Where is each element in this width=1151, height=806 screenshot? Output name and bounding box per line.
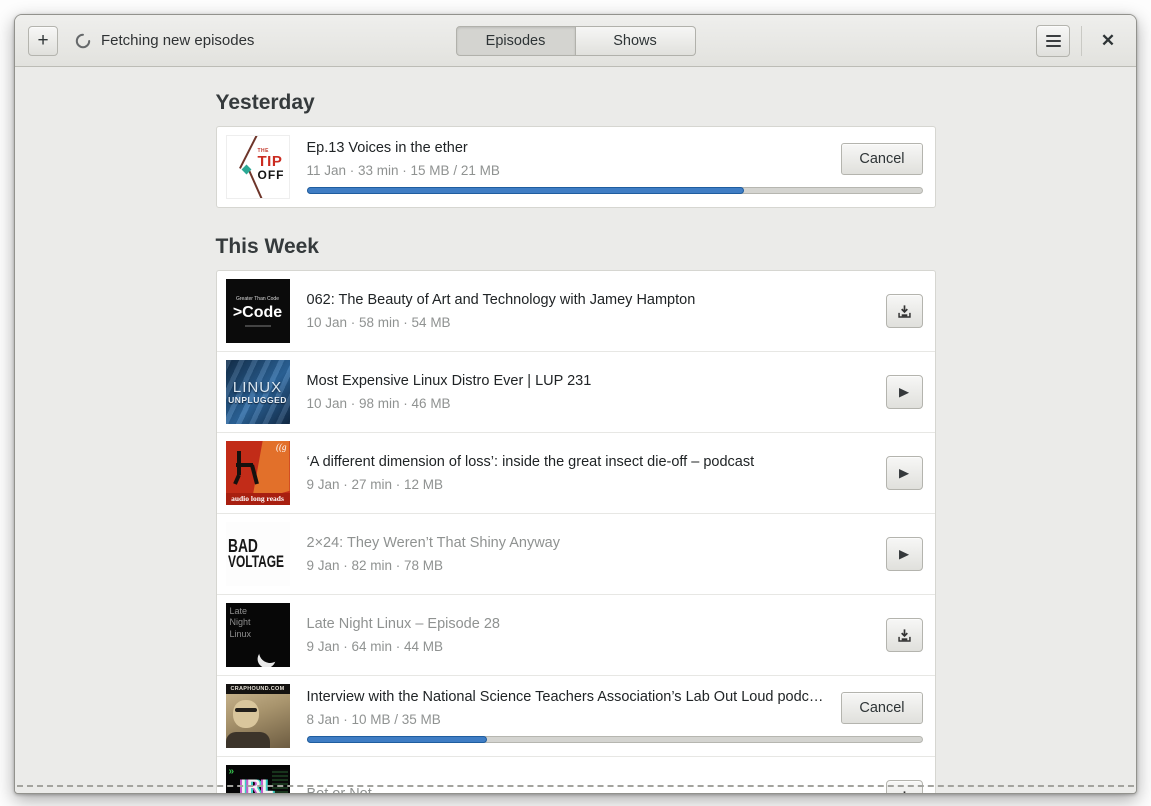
fetch-status-text: Fetching new episodes bbox=[101, 32, 255, 49]
gtc-top-text: Greater Than Code bbox=[236, 295, 279, 302]
episode-meta: 9 Jan · 27 min · 12 MB bbox=[306, 477, 444, 492]
download-icon bbox=[903, 790, 905, 793]
play-button[interactable]: ▶ bbox=[885, 375, 923, 409]
spinner-icon bbox=[75, 33, 91, 48]
show-artwork-craphound: CRAPHOUND.COM bbox=[225, 684, 290, 748]
lup-logo-line2: UNPLUGGED bbox=[228, 395, 287, 405]
episodes-scroll-area[interactable]: Yesterday THE TIP OFF Ep.13 Voices in th… bbox=[15, 67, 1136, 793]
episode-title: Most Expensive Linux Distro Ever | LUP 2… bbox=[306, 373, 592, 389]
this-week-card: Greater Than Code >Code 062: The Beauty … bbox=[215, 270, 936, 793]
tipoff-off: OFF bbox=[257, 168, 285, 182]
episode-row-late-night-linux[interactable]: Late Night Linux Late Night Linux – Epis… bbox=[216, 594, 935, 675]
add-podcast-button[interactable]: + bbox=[28, 25, 58, 56]
play-icon: ▶ bbox=[899, 546, 909, 561]
bv-logo-line2: VOLTAGE bbox=[227, 552, 284, 571]
ch-body bbox=[225, 732, 270, 748]
download-button[interactable] bbox=[885, 294, 923, 328]
episode-meta: 10 Jan · 98 min · 46 MB bbox=[306, 396, 451, 411]
cancel-download-button[interactable]: Cancel bbox=[841, 692, 923, 724]
cancel-download-button[interactable]: Cancel bbox=[841, 143, 923, 175]
ch-banner-text: CRAPHOUND.COM bbox=[225, 684, 290, 694]
header-separator bbox=[1081, 25, 1082, 56]
ch-glasses bbox=[234, 708, 257, 712]
app-window: + Fetching new episodes Episodes Shows ✕… bbox=[14, 14, 1137, 794]
episode-row-craphound[interactable]: CRAPHOUND.COM Interview with the Nationa… bbox=[216, 675, 935, 756]
alr-banner-text: audio long reads bbox=[225, 493, 290, 505]
tipoff-tip: TIP bbox=[257, 153, 283, 170]
download-progressbar bbox=[306, 736, 923, 743]
download-progressbar bbox=[306, 187, 923, 194]
episode-title: Interview with the National Science Teac… bbox=[306, 689, 824, 705]
episode-row-tip-off[interactable]: THE TIP OFF Ep.13 Voices in the ether 11… bbox=[217, 127, 935, 207]
ch-face bbox=[232, 700, 259, 728]
headerbar: + Fetching new episodes Episodes Shows ✕ bbox=[15, 15, 1136, 67]
gtc-logo-text: >Code bbox=[232, 303, 283, 321]
download-progress-fill bbox=[306, 187, 745, 194]
episode-row-linux-unplugged[interactable]: LINUX UNPLUGGED Most Expensive Linux Dis… bbox=[216, 351, 935, 432]
section-title-this-week: This Week bbox=[215, 235, 319, 258]
guardian-icon: ((g bbox=[276, 442, 287, 452]
irl-chevron: » bbox=[228, 766, 235, 777]
download-icon bbox=[897, 628, 911, 642]
episodes-page: Yesterday THE TIP OFF Ep.13 Voices in th… bbox=[215, 91, 936, 793]
episode-title: Late Night Linux – Episode 28 bbox=[306, 616, 500, 632]
lnl-line2: Night bbox=[229, 617, 251, 628]
episode-title: 2×24: They Weren’t That Shiny Anyway bbox=[306, 535, 561, 551]
hamburger-icon bbox=[1045, 44, 1061, 47]
close-button[interactable]: ✕ bbox=[1093, 26, 1123, 56]
menu-button[interactable] bbox=[1036, 24, 1070, 57]
download-icon bbox=[897, 304, 911, 318]
show-artwork-the-tip-off: THE TIP OFF bbox=[225, 135, 290, 199]
episode-meta: 9 Jan · 64 min · 44 MB bbox=[306, 639, 444, 654]
tab-episodes[interactable]: Episodes bbox=[455, 26, 576, 56]
show-artwork-linux-unplugged: LINUX UNPLUGGED bbox=[225, 360, 290, 424]
show-artwork-audio-long-reads: ((g audio long reads bbox=[225, 441, 290, 505]
play-button[interactable]: ▶ bbox=[885, 537, 923, 571]
view-switcher: Episodes Shows bbox=[455, 26, 696, 56]
crescent-moon-icon bbox=[256, 639, 283, 666]
play-icon: ▶ bbox=[899, 465, 909, 480]
hamburger-icon bbox=[1045, 34, 1061, 37]
show-artwork-greater-than-code: Greater Than Code >Code bbox=[225, 279, 290, 343]
episode-title: Ep.13 Voices in the ether bbox=[306, 140, 468, 156]
episode-row-audio-long-reads[interactable]: ((g audio long reads ‘A different dimens… bbox=[216, 432, 935, 513]
section-title-yesterday: Yesterday bbox=[215, 91, 315, 114]
episode-row-bad-voltage[interactable]: BAD VOLTAGE 2×24: They Weren’t That Shin… bbox=[216, 513, 935, 594]
hamburger-icon bbox=[1045, 39, 1061, 42]
episode-meta: 11 Jan · 33 min · 15 MB / 21 MB bbox=[306, 163, 500, 178]
headerbar-right: ✕ bbox=[1036, 24, 1123, 57]
tab-shows[interactable]: Shows bbox=[575, 26, 696, 56]
download-button[interactable] bbox=[885, 618, 923, 652]
lup-logo-line1: LINUX bbox=[232, 379, 283, 396]
episode-meta: 8 Jan · 10 MB / 35 MB bbox=[306, 712, 441, 727]
download-progress-fill bbox=[306, 736, 487, 743]
show-artwork-late-night-linux: Late Night Linux bbox=[225, 603, 290, 667]
lnl-line3: Linux bbox=[229, 628, 252, 639]
episode-meta: 10 Jan · 58 min · 54 MB bbox=[306, 315, 451, 330]
episode-meta: 9 Jan · 82 min · 78 MB bbox=[306, 558, 444, 573]
show-artwork-irl: » IRL bbox=[225, 765, 290, 793]
yesterday-card: THE TIP OFF Ep.13 Voices in the ether 11… bbox=[215, 126, 936, 208]
episode-title: ‘A different dimension of loss’: inside … bbox=[306, 454, 755, 470]
gtc-sub-rule bbox=[244, 324, 271, 327]
play-icon: ▶ bbox=[899, 384, 909, 399]
episode-title: 062: The Beauty of Art and Technology wi… bbox=[306, 292, 696, 308]
alr-chair-icon bbox=[232, 451, 259, 485]
show-artwork-bad-voltage: BAD VOLTAGE bbox=[225, 522, 290, 586]
lnl-line1: Late bbox=[229, 606, 248, 616]
tipoff-line bbox=[238, 136, 260, 169]
lnl-logo-text: Late Night Linux bbox=[230, 606, 252, 640]
episode-row-greater-than-code[interactable]: Greater Than Code >Code 062: The Beauty … bbox=[217, 271, 935, 351]
scroll-undershoot-indicator bbox=[17, 785, 1134, 787]
tipoff-logo-text: THE TIP OFF bbox=[257, 149, 285, 182]
episode-row-irl[interactable]: » IRL Bot or Not bbox=[216, 756, 935, 793]
play-button[interactable]: ▶ bbox=[885, 456, 923, 490]
